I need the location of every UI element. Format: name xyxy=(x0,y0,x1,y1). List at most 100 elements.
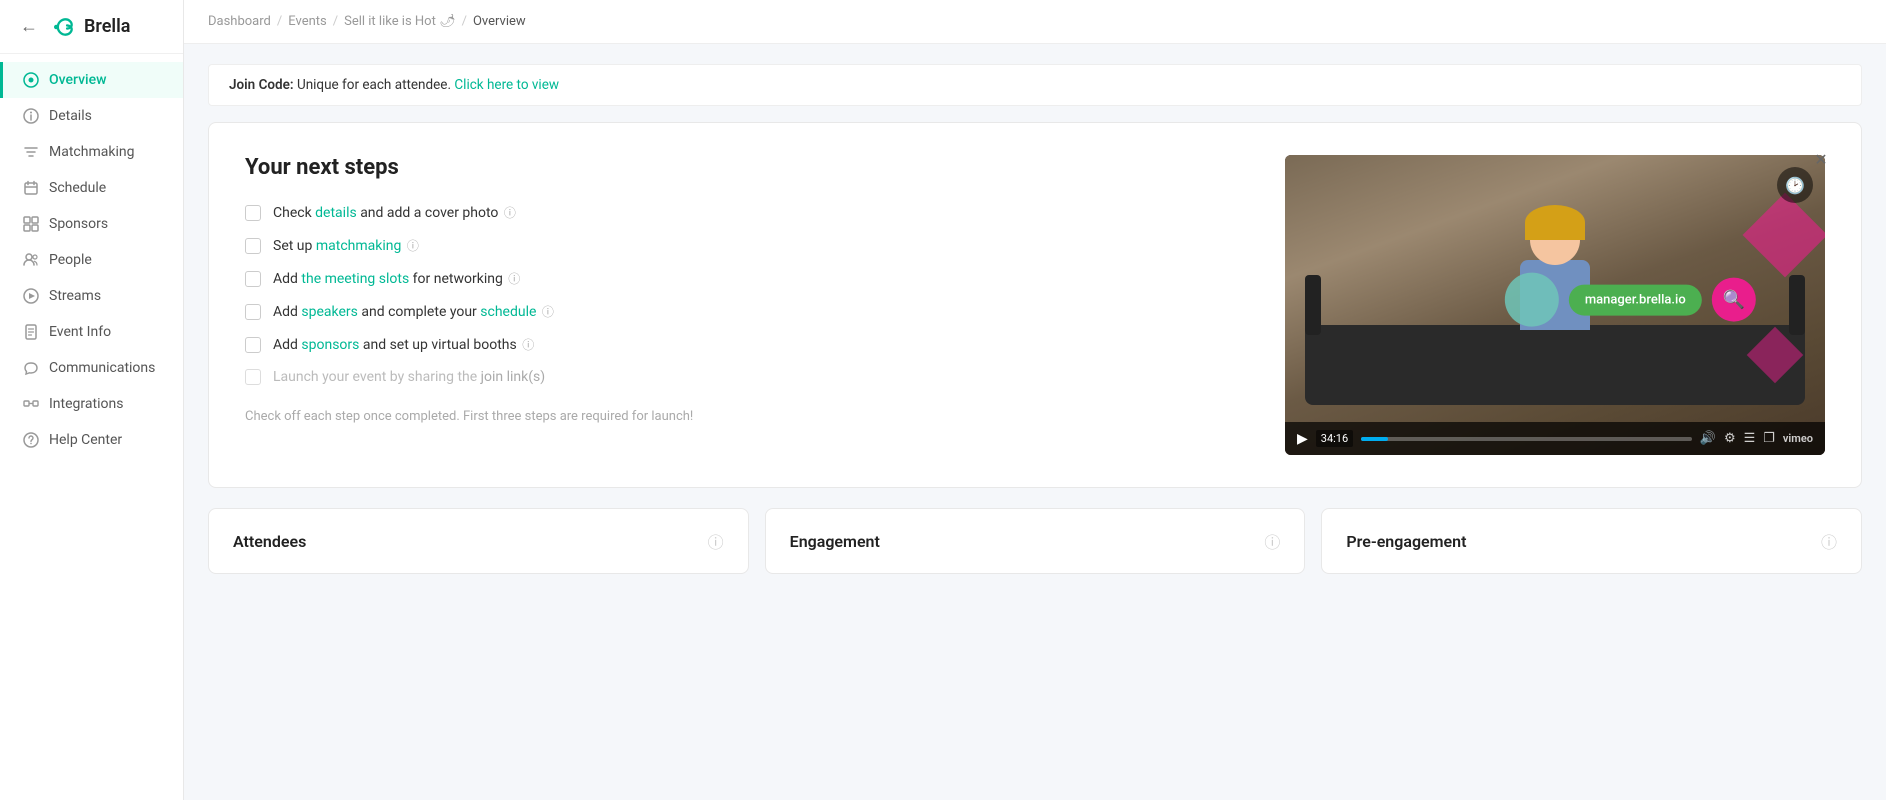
sidebar-item-details[interactable]: Details xyxy=(0,98,183,134)
join-code-description-text: Unique for each attendee. xyxy=(297,77,451,93)
step-sponsors-text: Add sponsors and set up virtual booths ⓘ xyxy=(273,336,534,353)
schedule-icon xyxy=(23,180,39,196)
main-content: Dashboard / Events / Sell it like is Hot… xyxy=(184,0,1886,800)
overlay-circle xyxy=(1505,273,1559,327)
video-close-button[interactable]: ✕ xyxy=(1809,147,1833,171)
step-matchmaking-checkbox[interactable] xyxy=(245,238,261,254)
people-icon xyxy=(23,252,39,268)
sidebar-item-streams-label: Streams xyxy=(49,288,101,304)
step-meeting-slots-info-icon: ⓘ xyxy=(508,272,520,286)
matchmaking-icon xyxy=(23,144,39,160)
sidebar-item-overview[interactable]: Overview xyxy=(0,62,183,98)
join-code-label: Join Code: xyxy=(229,77,294,93)
sidebar-item-event-info[interactable]: Event Info xyxy=(0,314,183,350)
step-meeting-slots-link[interactable]: the meeting slots xyxy=(301,271,409,287)
sidebar-item-integrations[interactable]: Integrations xyxy=(0,386,183,422)
brella-logo-icon xyxy=(50,17,78,37)
stat-pre-engagement-label: Pre-engagement xyxy=(1346,532,1466,551)
step-speakers-info-icon: ⓘ xyxy=(542,305,554,319)
sidebar-item-people[interactable]: People xyxy=(0,242,183,278)
settings-icon[interactable]: ⚙ xyxy=(1724,431,1736,446)
domain-pill: manager.brella.io xyxy=(1569,284,1702,315)
step-sponsors-checkbox[interactable] xyxy=(245,337,261,353)
stat-card-pre-engagement: Pre-engagement ⓘ xyxy=(1321,508,1862,574)
sidebar-item-help-center[interactable]: Help Center xyxy=(0,422,183,458)
step-launch-text: Launch your event by sharing the join li… xyxy=(273,369,545,385)
overview-icon xyxy=(23,72,39,88)
step-launch-checkbox xyxy=(245,369,261,385)
next-steps-card: Your next steps Check details and add a … xyxy=(208,122,1862,488)
breadcrumb-events[interactable]: Events xyxy=(288,14,326,29)
step-speakers-checkbox[interactable] xyxy=(245,304,261,320)
sidebar-item-matchmaking-label: Matchmaking xyxy=(49,144,134,160)
breadcrumb-sep-3: / xyxy=(462,14,467,29)
sidebar-item-matchmaking[interactable]: Matchmaking xyxy=(0,134,183,170)
stat-attendees-info-icon[interactable]: ⓘ xyxy=(708,529,724,553)
step-launch-link: join link(s) xyxy=(481,369,545,385)
sidebar-item-integrations-label: Integrations xyxy=(49,396,123,412)
breadcrumb: Dashboard / Events / Sell it like is Hot… xyxy=(184,0,1886,44)
sidebar: ← Brella Overview Details xyxy=(0,0,184,800)
step-sponsors: Add sponsors and set up virtual booths ⓘ xyxy=(245,336,1245,353)
details-icon xyxy=(23,108,39,124)
search-icon: 🔍 xyxy=(1712,278,1756,322)
breadcrumb-dashboard[interactable]: Dashboard xyxy=(208,14,271,29)
stat-card-engagement: Engagement ⓘ xyxy=(765,508,1306,574)
breadcrumb-sep-2: / xyxy=(333,14,338,29)
step-meeting-slots-text: Add the meeting slots for networking ⓘ xyxy=(273,270,520,287)
step-meeting-slots-checkbox[interactable] xyxy=(245,271,261,287)
stat-pre-engagement-info-icon[interactable]: ⓘ xyxy=(1821,529,1837,553)
step-sponsors-link[interactable]: sponsors xyxy=(301,337,359,353)
sidebar-item-sponsors[interactable]: Sponsors xyxy=(0,206,183,242)
video-scene: manager.brella.io 🔍 🕑 xyxy=(1285,155,1825,455)
play-button[interactable]: ▶ xyxy=(1297,431,1308,447)
stat-card-attendees: Attendees ⓘ xyxy=(208,508,749,574)
step-details-link[interactable]: details xyxy=(315,205,357,221)
step-details-checkbox[interactable] xyxy=(245,205,261,221)
step-details-info-icon: ⓘ xyxy=(504,206,516,220)
list-icon[interactable]: ☰ xyxy=(1744,431,1756,446)
stat-engagement-label: Engagement xyxy=(790,532,880,551)
sidebar-item-streams[interactable]: Streams xyxy=(0,278,183,314)
sidebar-item-event-info-label: Event Info xyxy=(49,324,111,340)
step-schedule-link[interactable]: schedule xyxy=(480,304,536,320)
video-controls-bar: ▶ 34:16 🔊 ⚙ ☰ ❐ vimeo xyxy=(1285,422,1825,455)
step-matchmaking: Set up matchmaking ⓘ xyxy=(245,237,1245,254)
step-launch: Launch your event by sharing the join li… xyxy=(245,369,1245,385)
stat-engagement-info-icon[interactable]: ⓘ xyxy=(1264,529,1280,553)
step-speakers-link[interactable]: speakers xyxy=(301,304,357,320)
step-matchmaking-link[interactable]: matchmaking xyxy=(316,238,402,254)
breadcrumb-event-name[interactable]: Sell it like is Hot 🌶 xyxy=(344,14,455,29)
communications-icon xyxy=(23,360,39,376)
logo-text: Brella xyxy=(84,16,130,37)
sidebar-item-schedule-label: Schedule xyxy=(49,180,106,196)
card-inner: Your next steps Check details and add a … xyxy=(245,155,1825,455)
clock-icon: 🕑 xyxy=(1777,167,1813,203)
fullscreen-icon[interactable]: ❐ xyxy=(1763,431,1775,446)
integrations-icon xyxy=(23,396,39,412)
step-speakers-text: Add speakers and complete your schedule … xyxy=(273,303,554,320)
stat-attendees-label: Attendees xyxy=(233,532,306,551)
steps-title: Your next steps xyxy=(245,155,1245,180)
logo: Brella xyxy=(50,16,130,37)
step-meeting-slots: Add the meeting slots for networking ⓘ xyxy=(245,270,1245,287)
sidebar-item-communications-label: Communications xyxy=(49,360,155,376)
step-matchmaking-info-icon: ⓘ xyxy=(407,239,419,253)
sidebar-item-schedule[interactable]: Schedule xyxy=(0,170,183,206)
step-matchmaking-text: Set up matchmaking ⓘ xyxy=(273,237,419,254)
video-background: manager.brella.io 🔍 🕑 xyxy=(1285,155,1825,455)
video-section: ✕ xyxy=(1285,155,1825,455)
sidebar-item-communications[interactable]: Communications xyxy=(0,350,183,386)
breadcrumb-current: Overview xyxy=(473,14,526,29)
step-details: Check details and add a cover photo ⓘ xyxy=(245,204,1245,221)
sidebar-item-details-label: Details xyxy=(49,108,92,124)
back-button[interactable]: ← xyxy=(20,16,38,37)
sidebar-item-overview-label: Overview xyxy=(49,72,106,88)
step-speakers: Add speakers and complete your schedule … xyxy=(245,303,1245,320)
video-container[interactable]: manager.brella.io 🔍 🕑 xyxy=(1285,155,1825,455)
steps-section: Your next steps Check details and add a … xyxy=(245,155,1245,424)
step-details-text: Check details and add a cover photo ⓘ xyxy=(273,204,516,221)
video-progress-bar[interactable] xyxy=(1361,437,1692,441)
volume-icon[interactable]: 🔊 xyxy=(1700,431,1716,446)
join-code-link[interactable]: Click here to view xyxy=(454,77,559,93)
